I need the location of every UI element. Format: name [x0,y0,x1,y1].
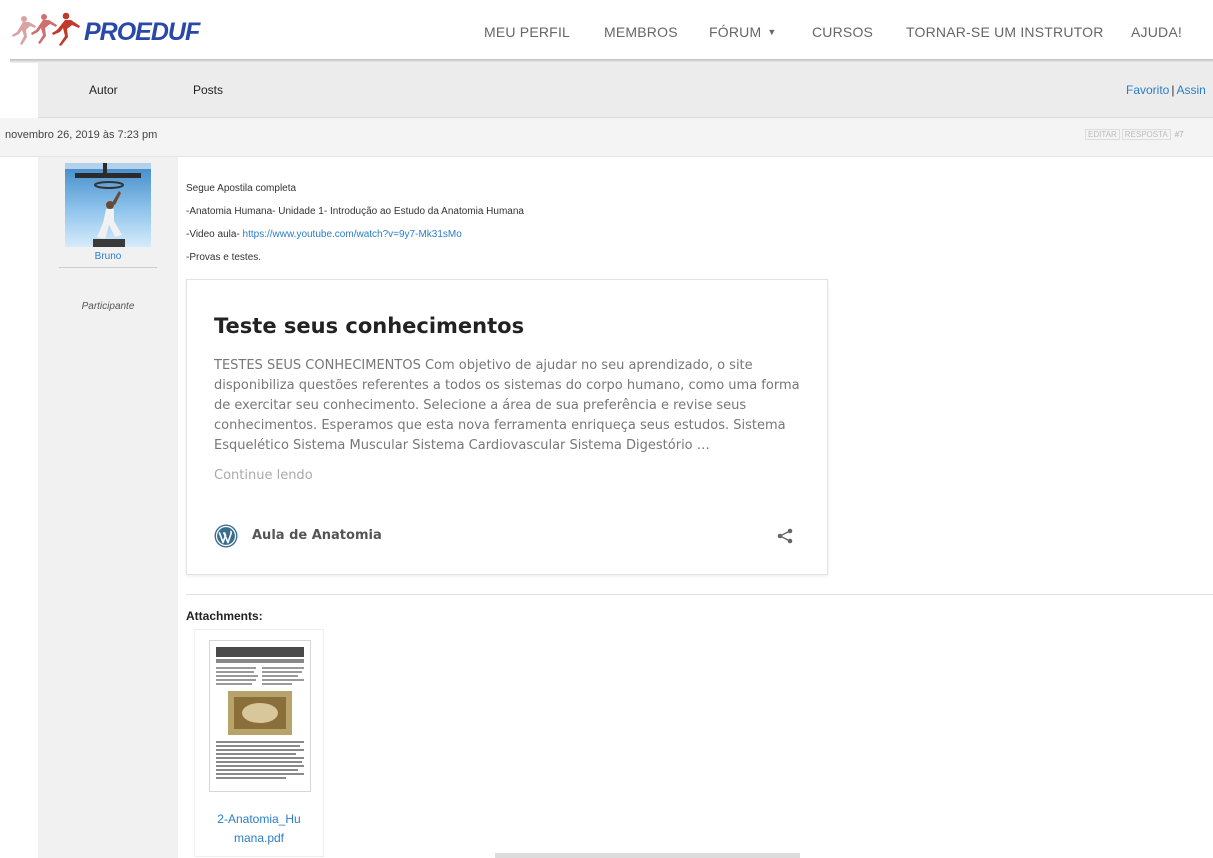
reply-button[interactable]: RESPOSTA [1121,129,1171,140]
share-icon[interactable] [776,527,794,545]
embed-excerpt: TESTES SEUS CONHECIMENTOS Com objetivo d… [214,358,800,453]
post-content: Segue Apostila completa -Anatomia Humana… [186,157,1213,858]
nav-item-tornar-se-instrutor[interactable]: TORNAR-SE UM INSTRUTOR [906,24,1104,40]
avatar[interactable] [65,163,151,247]
post-actions: EDITAR RESPOSTA #7 [1085,129,1188,140]
pdf-page-preview [216,647,304,779]
attachment-tile[interactable]: 2-Anatomia_Humana.pdf [194,629,324,857]
post-meta-bar: novembro 26, 2019 às 7:23 pm EDITAR RESPO… [0,118,1213,157]
nav-item-ajuda[interactable]: AJUDA! [1131,24,1182,40]
edit-button[interactable]: EDITAR [1085,129,1120,140]
attachments-heading: Attachments: [186,609,263,623]
embed-title[interactable]: Teste seus conhecimentos [214,314,524,338]
column-posts-label: Posts [193,83,224,97]
subscribe-link[interactable]: Assin [1176,83,1205,97]
embed-footer: Aula de Anatomia [214,524,800,548]
forum-header-row: Autor Posts Favorito | Assin [38,63,1213,118]
video-link[interactable]: https://www.youtube.com/watch?v=9y7-Mk31… [243,229,462,240]
post-author: Bruno Participante [38,157,178,858]
post-text-line: -Provas e testes. [186,252,262,263]
nav-item-membros[interactable]: MEMBROS [604,24,678,40]
wordpress-icon [214,524,238,548]
nav-item-meu-perfil[interactable]: MEU PERFIL [484,24,570,40]
post-text-line: Segue Apostila completa [186,183,297,194]
link-embed-card[interactable]: Teste seus conhecimentos TESTES SEUS CON… [186,279,828,575]
post-number[interactable]: #7 [1173,130,1186,139]
attachments-divider [186,594,1213,595]
author-name-link[interactable]: Bruno [38,251,178,262]
nav-item-cursos[interactable]: CURSOS [812,24,873,40]
author-divider [59,267,157,268]
author-role: Participante [81,301,135,312]
column-author-label: Autor [89,83,118,97]
caret-down-icon: ▼ [767,27,777,37]
favorite-link[interactable]: Favorito [1126,83,1169,97]
pdf-thumbnail[interactable] [209,640,311,792]
post-text-line: -Anatomia Humana- Unidade 1- Introdução … [186,206,524,217]
post-date: novembro 26, 2019 às 7:23 pm [5,129,158,141]
embed-site-name[interactable]: Aula de Anatomia [252,528,382,543]
continue-reading-link[interactable]: Continue lendo [214,468,313,483]
nav-item-forum-label: FÓRUM [709,24,762,40]
nav-item-forum[interactable]: FÓRUM ▼ [709,24,776,40]
post-text-video-label: -Video aula- [186,229,243,240]
post-text-line: -Video aula- https://www.youtube.com/wat… [186,229,462,240]
forum-topic: Autor Posts Favorito | Assin novembro 26, … [0,63,1213,858]
topic-actions: Favorito | Assin [1126,83,1206,97]
main-nav: MEU PERFIL MEMBROS FÓRUM ▼ CURSOS TORNAR-… [0,24,1213,44]
bottom-scroll-edge [495,853,800,858]
avatar-photo [65,163,151,247]
action-separator: | [1171,83,1175,97]
site-header: PROEDUF MEU PERFIL MEMBROS FÓRUM ▼ CURSOS… [0,0,1213,60]
attachment-filename-link[interactable]: 2-Anatomia_Humana.pdf [195,810,323,848]
